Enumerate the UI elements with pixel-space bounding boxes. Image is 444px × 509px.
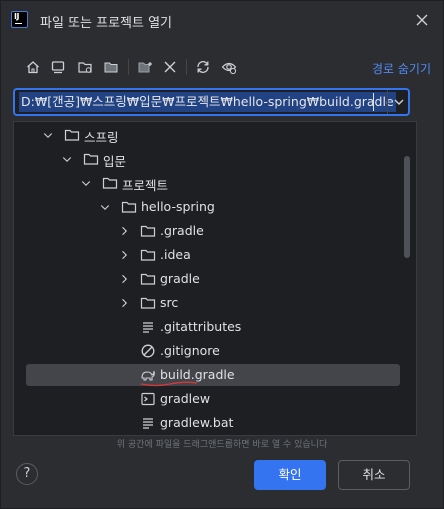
ok-button[interactable]: 확인 — [254, 460, 326, 490]
folder-icon — [140, 273, 156, 285]
toolbar: 경로 숨기기 — [1, 53, 443, 81]
tree-row[interactable]: 입문 — [14, 148, 412, 170]
desktop-icon[interactable] — [49, 58, 67, 76]
folder-icon — [121, 201, 137, 213]
folder-icon — [83, 153, 99, 165]
folder-icon — [102, 177, 118, 189]
toolbar-separator — [186, 59, 187, 75]
path-field[interactable]: D:₩[갠공]₩스프링₩입문₩프로젝트₩hello-spring₩build.g… — [13, 88, 410, 116]
tree-row[interactable]: .gitattributes — [14, 316, 412, 338]
folder-icon — [140, 249, 156, 261]
terminal-file-icon — [141, 392, 155, 406]
new-folder-icon[interactable] — [136, 58, 154, 76]
module-folder-icon[interactable] — [102, 58, 120, 76]
tree-row[interactable]: src — [14, 292, 412, 314]
tree-row[interactable]: gradlew.bat — [14, 412, 412, 434]
tree-row[interactable]: 프로젝트 — [14, 172, 412, 194]
chevron-right-icon[interactable] — [118, 273, 130, 285]
path-field-divider — [387, 90, 388, 114]
path-input[interactable]: D:₩[갠공]₩스프링₩입문₩프로젝트₩hello-spring₩build.g… — [19, 92, 396, 112]
intellij-logo-icon: IJ — [11, 11, 28, 28]
tree-row-label: .gradle — [160, 223, 204, 238]
tree-row-label: .idea — [160, 247, 191, 262]
close-icon[interactable] — [415, 13, 429, 27]
chevron-down-icon[interactable] — [42, 129, 54, 141]
tree-row-label: src — [160, 295, 179, 310]
dialog-title: 파일 또는 프로젝트 열기 — [40, 16, 172, 31]
file-tree[interactable]: 스프링입문프로젝트 hello-spring .gradle .idea gradle s… — [13, 121, 417, 436]
tree-row[interactable]: .idea — [14, 244, 412, 266]
chevron-down-icon[interactable] — [61, 153, 73, 165]
delete-icon[interactable] — [161, 58, 179, 76]
text-file-icon — [143, 418, 153, 429]
tree-row[interactable]: gradlew — [14, 388, 412, 410]
project-folder-icon[interactable] — [76, 58, 94, 76]
show-hidden-icon[interactable] — [220, 58, 238, 76]
tree-row[interactable]: .gradle — [14, 220, 412, 242]
tree-row-label: 입문 — [103, 154, 127, 169]
ignore-file-icon — [141, 344, 155, 358]
tree-row-label: gradlew — [160, 391, 211, 406]
folder-icon — [140, 225, 156, 237]
chevron-right-icon[interactable] — [118, 297, 130, 309]
tree-row[interactable]: 스프링 — [14, 124, 412, 146]
chevron-right-icon[interactable] — [118, 249, 130, 261]
folder-icon — [140, 297, 156, 309]
chevron-down-icon[interactable] — [392, 95, 406, 109]
home-icon[interactable] — [24, 58, 42, 76]
help-button[interactable]: ? — [16, 463, 38, 485]
tree-row-label: gradlew.bat — [160, 415, 234, 430]
text-caret — [373, 93, 374, 111]
tree-row[interactable]: build.gradle — [26, 364, 400, 387]
tree-row-label: 프로젝트 — [122, 178, 169, 193]
hide-path-link[interactable]: 경로 숨기기 — [372, 60, 431, 77]
text-file-icon — [143, 322, 153, 333]
tree-row-label: .gitignore — [160, 343, 220, 358]
title-bar: IJ 파일 또는 프로젝트 열기 — [1, 1, 443, 41]
tree-row[interactable]: gradle — [14, 268, 412, 290]
chevron-right-icon[interactable] — [118, 225, 130, 237]
tree-row-label: hello-spring — [141, 199, 215, 214]
folder-icon — [64, 129, 80, 141]
tree-row[interactable]: .gitignore — [14, 340, 412, 362]
chevron-down-icon[interactable] — [99, 201, 111, 213]
chevron-down-icon[interactable] — [80, 177, 92, 189]
tree-row-label: gradle — [160, 271, 200, 286]
tree-row-label: 스프링 — [84, 130, 119, 145]
refresh-icon[interactable] — [194, 58, 212, 76]
cancel-button[interactable]: 취소 — [338, 460, 410, 490]
open-file-dialog: IJ 파일 또는 프로젝트 열기 경로 숨기기 D:₩[갠공]₩스프링₩입문₩프… — [0, 0, 444, 509]
spelling-squiggle — [140, 381, 198, 387]
tree-row-label: .gitattributes — [160, 319, 242, 334]
toolbar-separator — [128, 59, 129, 75]
drop-hint: 위 공간에 파일을 드래그앤드롭하면 바로 열 수 있습니다 — [116, 440, 328, 450]
tree-row[interactable]: hello-spring — [14, 196, 412, 218]
tree-row-label: build.gradle — [160, 367, 235, 382]
